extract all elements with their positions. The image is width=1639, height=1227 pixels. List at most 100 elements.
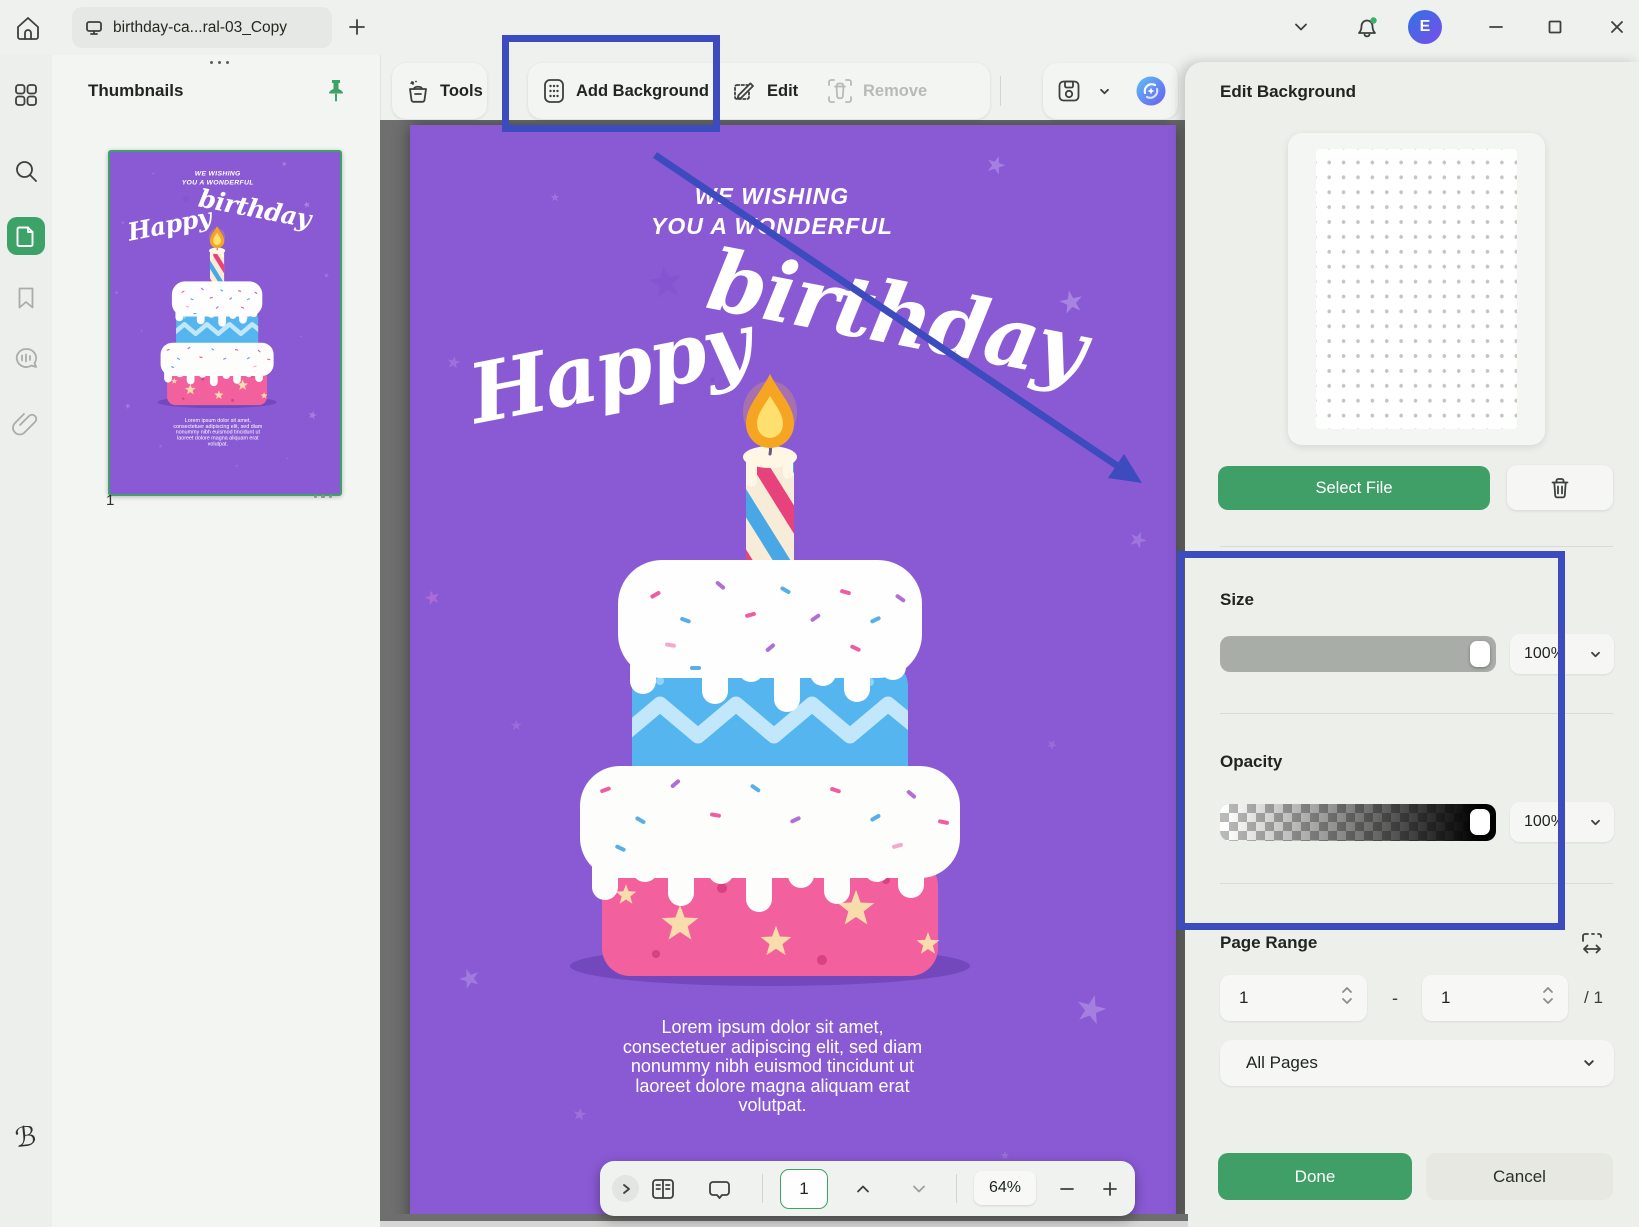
star-decoration: ★ [279,159,289,169]
sidebar-item-search[interactable] [9,154,43,188]
card-heading-line1: WE WISHING [194,169,241,177]
paperclip-icon [12,413,38,436]
card-body-line: consectetuer adipiscing elit, sed diam [622,1036,923,1057]
minimize-button[interactable] [1479,10,1513,44]
maximize-button[interactable] [1538,10,1572,44]
page-range-expand-button[interactable] [1575,926,1609,960]
star-decoration: ★ [306,407,320,423]
sidebar-item-apps[interactable] [9,78,43,112]
chevron-down-icon [1591,819,1600,825]
range-from-value: 1 [1239,988,1249,1007]
done-label: Done [1294,1166,1336,1186]
ai-assistant-button[interactable] [1135,75,1167,107]
sidebar-item-bookmarks[interactable] [9,281,43,315]
highlight-box-size-opacity [1177,551,1565,930]
tools-button[interactable]: Tools [392,63,487,119]
cancel-button[interactable]: Cancel [1426,1153,1613,1200]
save-button[interactable] [1051,74,1087,108]
zoom-in-button[interactable] [1095,1174,1125,1204]
collapse-toolbar-button[interactable] [612,1175,639,1202]
birthday-cake-illustration [157,226,277,409]
birthday-card-page: ★ ★ ★ ★ ★ ★ ★ ★ ★ ★ ★ ★ ★ ★ ★ ★ WE WISHI… [110,152,338,490]
sidebar-item-comments[interactable] [9,342,43,376]
notifications-button[interactable] [1349,8,1385,46]
done-button[interactable]: Done [1218,1153,1412,1200]
background-preview-pattern [1316,149,1517,429]
chevron-down-icon [1099,88,1109,94]
document-type-icon [86,20,102,35]
pin-panel-button[interactable] [320,75,352,107]
star-decoration: ★ [151,171,155,176]
save-icon [1058,80,1080,102]
trash-icon [1551,477,1569,498]
star-decoration: ★ [642,255,689,310]
zoom-out-button[interactable] [1052,1174,1082,1204]
plus-icon [1103,1182,1117,1196]
panel-drag-handle[interactable] [204,61,234,69]
plus-icon [349,19,365,35]
panel-title: Edit Background [1220,82,1357,101]
avatar-initial: E [1419,18,1431,35]
birthday-card-page[interactable]: ★ ★ ★ ★ ★ ★ ★ ★ ★ ★ ★ ★ ★ ★ ★ ★ WE WISHI… [410,125,1176,1227]
stepper-down-icon [1342,998,1352,1004]
star-decoration: ★ [1043,735,1061,754]
avatar[interactable]: E [1408,10,1442,44]
grid-icon [15,84,37,106]
star-decoration: ★ [139,328,144,333]
next-page-button[interactable] [904,1174,934,1204]
chevron-up-icon [857,1185,869,1193]
close-button[interactable] [1600,10,1634,44]
ai-assistant-icon [1136,76,1166,106]
thumbnails-panel: Thumbnails ★ ★ ★ ★ ★ ★ ★ ★ ★ ★ ★ ★ ★ ★ ★… [52,55,381,1227]
select-file-label: Select File [1315,478,1393,497]
star-decoration: ★ [285,456,289,461]
range-to-input[interactable]: 1 [1422,975,1568,1021]
stepper-down-icon [1543,998,1553,1004]
delete-background-button[interactable] [1507,465,1613,510]
edit-background-label: Edit [767,81,799,100]
save-options-button[interactable] [1093,79,1115,103]
edit-background-button[interactable]: Edit [732,63,824,119]
page-thumbnail[interactable]: ★ ★ ★ ★ ★ ★ ★ ★ ★ ★ ★ ★ ★ ★ ★ ★ WE WISHI… [108,150,342,496]
thumbnail-item-menu[interactable] [310,495,336,505]
new-tab-button[interactable] [340,10,374,44]
chevron-down-icon [913,1185,925,1193]
titlebar-menu-button[interactable] [1284,10,1318,44]
range-to-stepper[interactable] [1542,986,1554,1005]
toolbar-divider [1000,76,1001,106]
presenter-icon [709,1181,730,1199]
range-from-input[interactable]: 1 [1220,975,1367,1021]
presentation-mode-button[interactable] [702,1172,736,1206]
remove-icon [828,79,852,103]
zoom-level-field[interactable]: 64% [974,1171,1036,1205]
star-decoration: ★ [298,333,304,340]
remove-background-button[interactable]: Remove [826,63,956,119]
star-decoration: ★ [234,463,239,468]
document-tab[interactable]: birthday-ca...ral-03_Copy [72,7,332,48]
card-body-line: nonummy nibh euismod tincidunt ut [630,1056,915,1076]
toolbar-divider [762,1174,763,1203]
card-heading: WE WISHING YOU A WONDERFUL [580,181,964,241]
home-button[interactable] [10,10,46,46]
save-button-group [1043,63,1178,119]
select-file-button[interactable]: Select File [1218,466,1490,510]
range-total: / 1 [1584,988,1603,1007]
range-from-stepper[interactable] [1341,986,1353,1005]
reading-mode-button[interactable] [646,1172,680,1206]
close-icon [1611,21,1623,33]
maximize-icon [1548,20,1562,34]
tools-icon [409,80,427,103]
star-decoration: ★ [510,717,523,733]
page-number-input[interactable]: 1 [780,1169,828,1209]
star-decoration: ★ [421,586,444,611]
previous-page-button[interactable] [848,1174,878,1204]
sidebar-rail: ℬ [0,55,52,1227]
star-decoration: ★ [122,400,133,412]
page-scope-value: All Pages [1246,1053,1318,1072]
thumbnail-page-slot: ★ ★ ★ ★ ★ ★ ★ ★ ★ ★ ★ ★ ★ ★ ★ ★ WE WISHI… [110,152,338,491]
sidebar-item-thumbnails[interactable] [7,217,45,255]
stepper-up-icon [1543,987,1553,993]
sidebar-item-attachments[interactable] [9,406,43,440]
page-scope-dropdown[interactable]: All Pages [1220,1040,1614,1086]
highlight-box-add-background [502,35,720,132]
